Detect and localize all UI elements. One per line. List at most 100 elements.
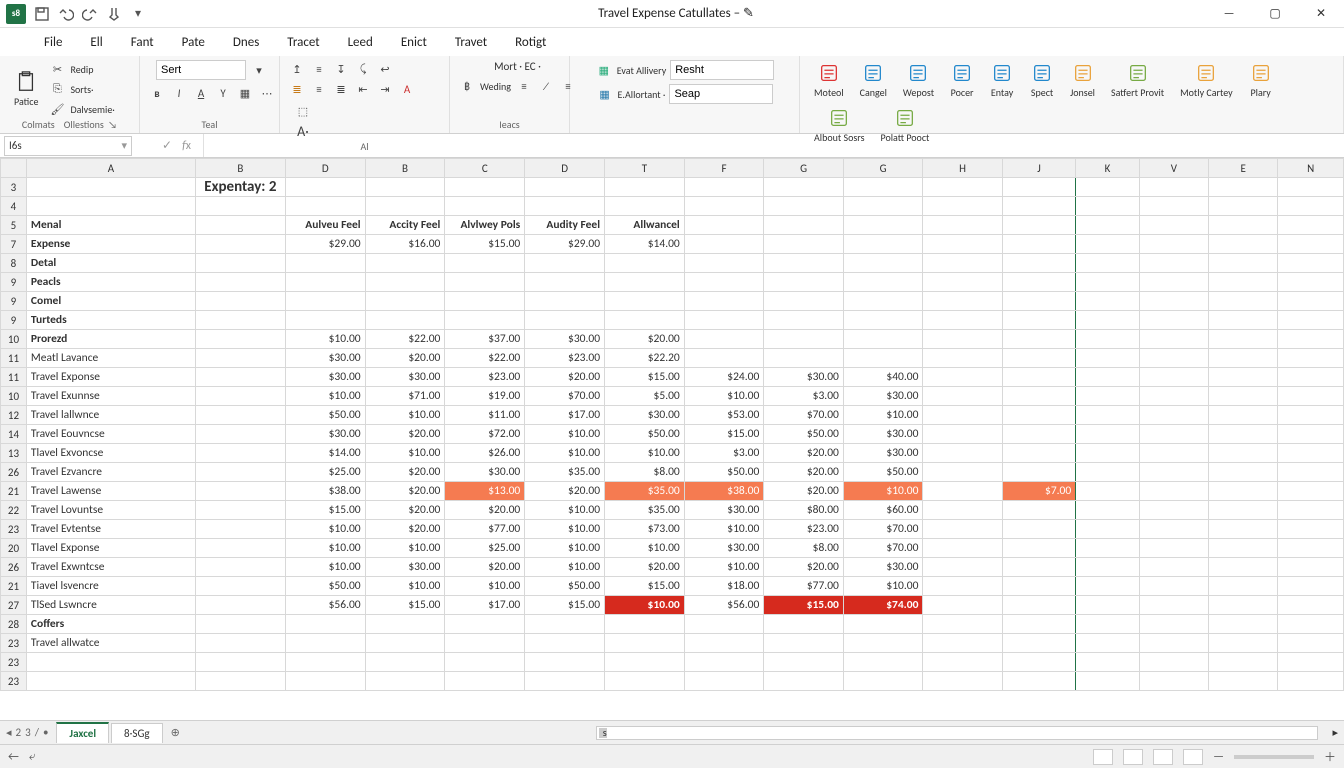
cell[interactable]: $22.00	[445, 349, 525, 368]
cell[interactable]: $15.00	[684, 425, 764, 444]
cell[interactable]: Travel Exponse	[26, 368, 195, 387]
cell[interactable]: $10.00	[365, 444, 445, 463]
cell[interactable]	[605, 672, 685, 691]
cell[interactable]: $15.00	[445, 235, 525, 254]
cell[interactable]: $10.00	[843, 577, 923, 596]
cell[interactable]: $50.00	[285, 577, 365, 596]
cell[interactable]: $73.00	[605, 520, 685, 539]
cell[interactable]	[1002, 596, 1076, 615]
cancel-formula-icon[interactable]: ✓	[162, 138, 172, 153]
cell[interactable]	[764, 273, 844, 292]
cell[interactable]: $20.00	[764, 482, 844, 501]
table-format-icon[interactable]: ▦	[596, 85, 614, 103]
cell[interactable]	[1278, 425, 1344, 444]
cell[interactable]	[1209, 558, 1278, 577]
cell[interactable]: Travel allwatce	[26, 634, 195, 653]
cell[interactable]	[1209, 368, 1278, 387]
cell[interactable]: $20.00	[445, 501, 525, 520]
status-back-icon[interactable]: ←	[8, 750, 19, 764]
cell[interactable]: $35.00	[605, 501, 685, 520]
cell[interactable]: $18.00	[684, 577, 764, 596]
cell[interactable]	[1278, 577, 1344, 596]
cell[interactable]	[923, 254, 1002, 273]
cell[interactable]	[1278, 596, 1344, 615]
font-size-icon[interactable]: ▾	[250, 61, 268, 79]
cell[interactable]	[1076, 463, 1139, 482]
cell[interactable]	[1076, 482, 1139, 501]
cell[interactable]: $23.00	[764, 520, 844, 539]
cell[interactable]	[923, 501, 1002, 520]
cell[interactable]: $10.00	[525, 425, 605, 444]
cell[interactable]: $10.00	[605, 539, 685, 558]
cell[interactable]: $50.00	[764, 425, 844, 444]
tab-rotigt[interactable]: Rotigt	[511, 33, 550, 52]
cell[interactable]: $56.00	[285, 596, 365, 615]
cell[interactable]: $50.00	[525, 577, 605, 596]
cell[interactable]	[445, 273, 525, 292]
cell[interactable]: $77.00	[445, 520, 525, 539]
row-header[interactable]: 11	[1, 368, 27, 387]
cell[interactable]	[1139, 482, 1208, 501]
cell[interactable]: $10.00	[285, 387, 365, 406]
cell[interactable]	[923, 292, 1002, 311]
cell[interactable]	[1209, 520, 1278, 539]
cell[interactable]: $30.00	[843, 425, 923, 444]
cell[interactable]	[1139, 558, 1208, 577]
cell[interactable]: $10.00	[285, 539, 365, 558]
col-header[interactable]: T	[605, 159, 685, 178]
font-color-icon[interactable]: A	[398, 80, 416, 98]
row-header[interactable]: 10	[1, 387, 27, 406]
cell[interactable]	[923, 311, 1002, 330]
tab-dnes[interactable]: Dnes	[229, 33, 263, 52]
cell[interactable]	[1002, 330, 1076, 349]
cell[interactable]	[923, 425, 1002, 444]
cell[interactable]	[285, 292, 365, 311]
cell[interactable]: $11.00	[445, 406, 525, 425]
header-cell[interactable]: Alvlwey Pols	[445, 216, 525, 235]
tab-ell[interactable]: Ell	[86, 33, 106, 52]
cell[interactable]	[1278, 349, 1344, 368]
cell[interactable]: $20.00	[365, 349, 445, 368]
cell[interactable]: $10.00	[365, 539, 445, 558]
format-painter-icon[interactable]: 🖌	[48, 100, 66, 118]
cell[interactable]: $10.00	[843, 406, 923, 425]
cell[interactable]	[1002, 463, 1076, 482]
indent-dec-icon[interactable]: ⇤	[354, 80, 372, 98]
row-header[interactable]: 9	[1, 292, 27, 311]
redo-label[interactable]: Redip	[70, 63, 93, 76]
minimize-button[interactable]: —	[1206, 0, 1252, 28]
cell[interactable]	[605, 292, 685, 311]
select-all-corner[interactable]	[1, 159, 27, 178]
row-header[interactable]: 21	[1, 482, 27, 501]
cell[interactable]	[285, 672, 365, 691]
ribbon-btn-entay[interactable]: Entay	[984, 60, 1020, 101]
cell[interactable]	[365, 311, 445, 330]
cell[interactable]	[525, 311, 605, 330]
bold-icon[interactable]: ʙ	[148, 84, 166, 102]
cell[interactable]	[1076, 577, 1139, 596]
cell[interactable]	[1209, 444, 1278, 463]
cell[interactable]	[1209, 330, 1278, 349]
row-header[interactable]: 23	[1, 653, 27, 672]
cell[interactable]	[923, 387, 1002, 406]
orientation-icon[interactable]: ⤹	[354, 60, 372, 78]
cell[interactable]: $13.00	[445, 482, 525, 501]
cell[interactable]	[1076, 596, 1139, 615]
cell[interactable]	[1139, 653, 1208, 672]
cell[interactable]	[764, 349, 844, 368]
cell[interactable]	[923, 406, 1002, 425]
strike-icon[interactable]: Y	[214, 84, 232, 102]
cell[interactable]	[1002, 387, 1076, 406]
cell[interactable]	[1139, 501, 1208, 520]
header-cell[interactable]: Aulveu Feel	[285, 216, 365, 235]
cell[interactable]	[1139, 463, 1208, 482]
view-normal-icon[interactable]	[1093, 749, 1113, 765]
col-header[interactable]: N	[1278, 159, 1344, 178]
wrap-icon[interactable]: ↩	[376, 60, 394, 78]
cell[interactable]: $29.00	[525, 235, 605, 254]
cell[interactable]: $15.00	[365, 596, 445, 615]
cell[interactable]: $10.00	[525, 539, 605, 558]
tab-travet[interactable]: Travet	[451, 33, 491, 52]
cell[interactable]	[1002, 254, 1076, 273]
tab-nav-3[interactable]: 3	[25, 726, 31, 739]
